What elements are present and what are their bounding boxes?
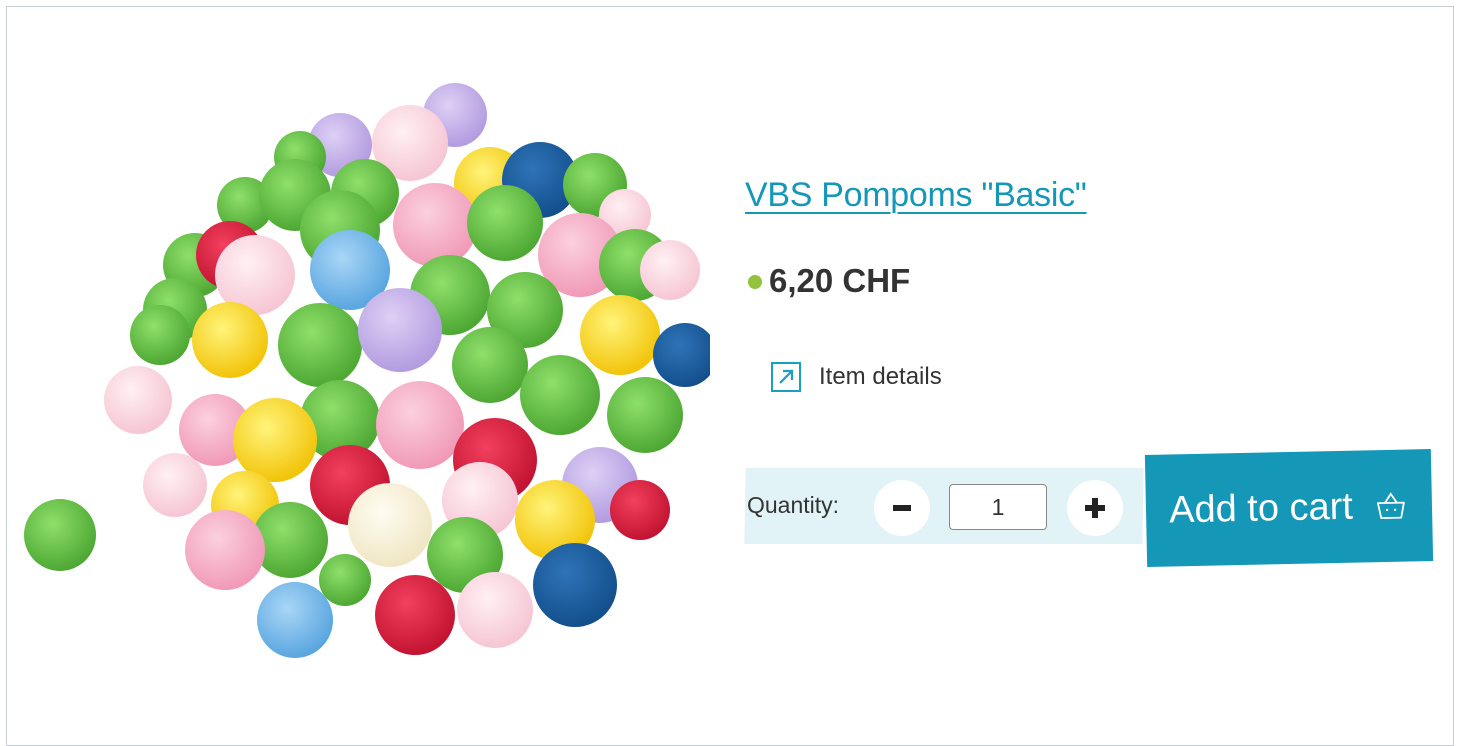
- quantity-increase-button[interactable]: [1067, 480, 1123, 536]
- basket-icon: [1377, 492, 1405, 519]
- external-arrow-icon: [771, 362, 801, 392]
- minus-icon: [893, 505, 911, 511]
- plus-icon: [1085, 498, 1105, 518]
- availability-dot: [748, 275, 762, 289]
- add-to-cart-button[interactable]: Add to cart: [1144, 449, 1434, 567]
- add-to-cart-label: Add to cart: [1168, 485, 1354, 532]
- item-details-link[interactable]: Item details: [771, 362, 942, 392]
- price-row: 6,20 CHF: [748, 262, 910, 300]
- product-image[interactable]: [20, 75, 710, 675]
- product-price: 6,20 CHF: [769, 262, 911, 299]
- product-title-link[interactable]: VBS Pompoms "Basic": [745, 176, 1087, 215]
- item-details-label: Item details: [819, 363, 942, 390]
- quantity-decrease-button[interactable]: [874, 480, 930, 536]
- quantity-input[interactable]: [949, 484, 1047, 530]
- quantity-label: Quantity:: [747, 492, 840, 518]
